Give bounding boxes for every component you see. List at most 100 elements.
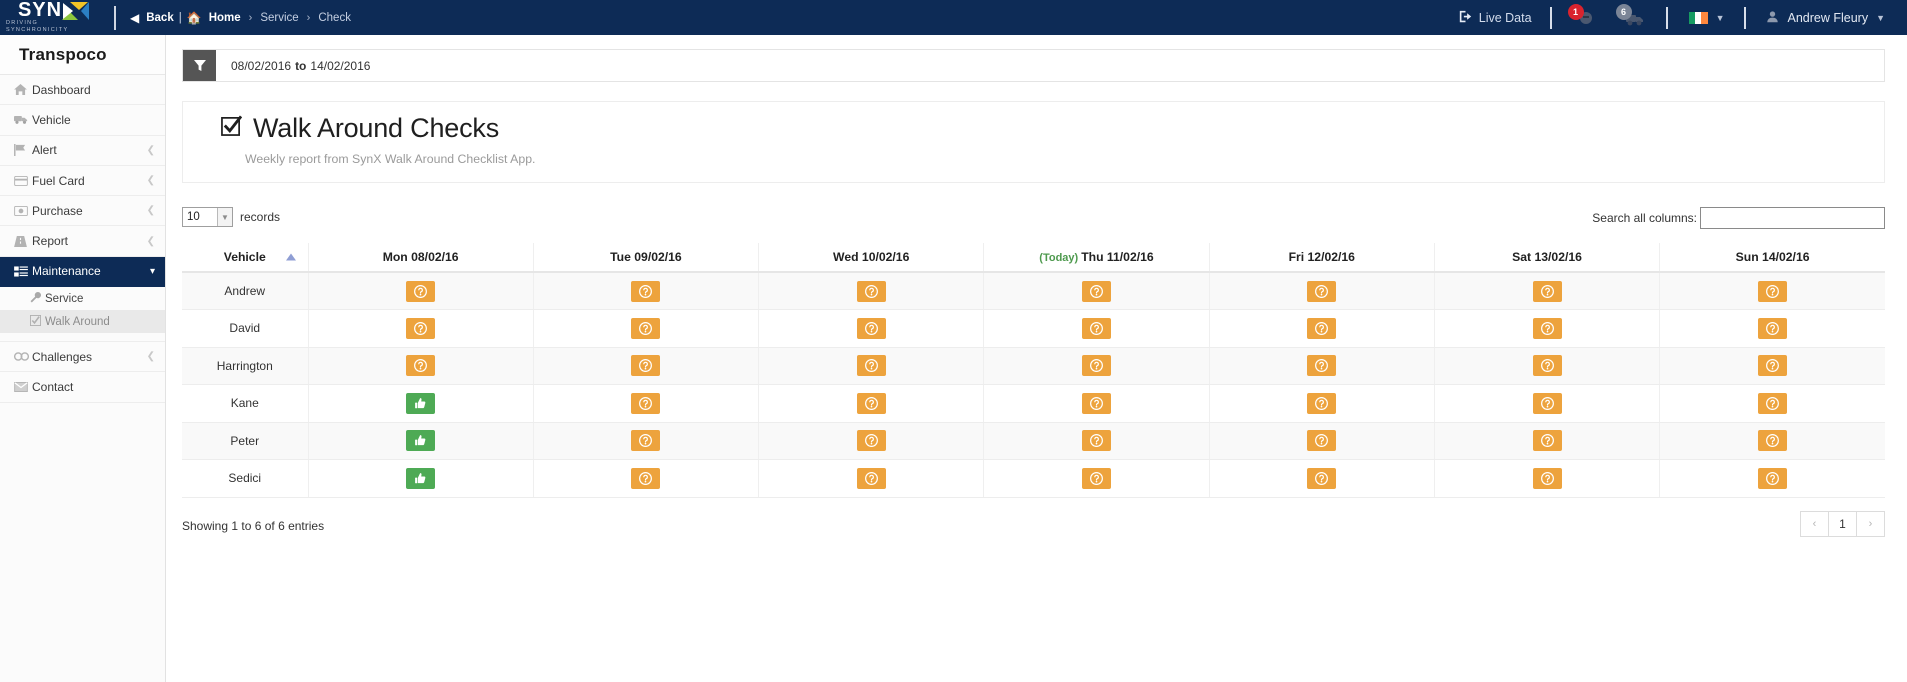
sidebar-item-purchase[interactable]: Purchase ❮	[0, 196, 165, 227]
home-icon[interactable]: 🏠	[187, 11, 202, 25]
vehicle-notification[interactable]: 6	[1615, 3, 1646, 29]
user-menu[interactable]: Andrew Fleury ▼	[1746, 10, 1907, 26]
status-badge-unknown[interactable]	[1307, 430, 1337, 452]
table-row[interactable]: Sedici	[182, 459, 1885, 498]
topbar-right-cluster: Live Data 1 6 ▼ Andrew Fleury ▼	[1441, 0, 1907, 35]
sidebar-label-vehicle: Vehicle	[32, 112, 71, 127]
column-header-day-5[interactable]: Fri 12/02/16	[1209, 243, 1435, 273]
cell-check-status	[1209, 459, 1435, 498]
table-row[interactable]: Andrew	[182, 272, 1885, 310]
status-badge-unknown[interactable]	[1081, 430, 1111, 452]
status-badge-unknown[interactable]	[1307, 355, 1337, 377]
status-badge-unknown[interactable]	[1307, 280, 1337, 302]
sidebar-subitem-service[interactable]: Service	[0, 287, 165, 311]
breadcrumb-service[interactable]: Service	[260, 12, 298, 24]
sidebar-spacer	[0, 333, 165, 343]
status-badge-unknown[interactable]	[856, 355, 886, 377]
status-badge-unknown[interactable]	[1532, 392, 1562, 414]
status-badge-unknown[interactable]	[1758, 317, 1788, 339]
column-header-day-1[interactable]: Mon 08/02/16	[308, 243, 534, 273]
status-badge-unknown[interactable]	[1081, 467, 1111, 489]
search-input[interactable]	[1700, 207, 1885, 229]
language-selector[interactable]: ▼	[1668, 10, 1745, 25]
cell-check-status	[533, 309, 760, 348]
pagination-page-1[interactable]: 1	[1828, 510, 1857, 537]
status-badge-unknown[interactable]	[1758, 392, 1788, 414]
date-joiner: to	[295, 58, 307, 73]
status-badge-unknown[interactable]	[856, 392, 886, 414]
status-badge-unknown[interactable]	[1081, 280, 1111, 302]
status-badge-unknown[interactable]	[1532, 280, 1562, 302]
alert-notification[interactable]: 1	[1567, 3, 1598, 29]
user-name: Andrew Fleury	[1787, 10, 1869, 25]
live-data-button[interactable]: Live Data	[1441, 10, 1550, 26]
showing-entries-info: Showing 1 to 6 of 6 entries	[182, 518, 325, 533]
column-header-day-3[interactable]: Wed 10/02/16	[758, 243, 985, 273]
status-badge-unknown[interactable]	[406, 317, 436, 339]
back-arrow-icon[interactable]: ◀	[130, 11, 139, 25]
column-header-day-2[interactable]: Tue 09/02/16	[533, 243, 760, 273]
status-badge-unknown[interactable]	[631, 430, 661, 452]
sidebar-item-maintenance[interactable]: Maintenance ▾	[0, 256, 165, 288]
status-badge-unknown[interactable]	[856, 430, 886, 452]
column-header-day-4[interactable]: (Today) Thu 11/02/16	[983, 243, 1210, 273]
column-header-day-6[interactable]: Sat 13/02/16	[1434, 243, 1661, 273]
table-row[interactable]: Harrington	[182, 347, 1885, 385]
status-badge-unknown[interactable]	[406, 355, 436, 377]
status-badge-unknown[interactable]	[1532, 317, 1562, 339]
table-row[interactable]: Peter	[182, 422, 1885, 460]
sidebar-item-challenges[interactable]: Challenges ❮	[0, 342, 165, 373]
sidebar-item-report[interactable]: Report ❮	[0, 226, 165, 257]
status-badge-unknown[interactable]	[1758, 430, 1788, 452]
status-badge-unknown[interactable]	[406, 280, 436, 302]
funnel-icon[interactable]	[183, 50, 216, 81]
column-header-day-7[interactable]: Sun 14/02/16	[1659, 243, 1885, 273]
status-badge-unknown[interactable]	[1081, 317, 1111, 339]
sidebar-item-dashboard[interactable]: Dashboard	[0, 75, 165, 106]
sidebar-item-alert[interactable]: Alert ❮	[0, 135, 165, 166]
cell-check-status	[758, 272, 985, 310]
status-badge-passed[interactable]	[406, 430, 436, 452]
status-badge-unknown[interactable]	[631, 317, 661, 339]
sidebar-item-fuel-card[interactable]: Fuel Card ❮	[0, 165, 165, 197]
status-badge-unknown[interactable]	[1532, 430, 1562, 452]
status-badge-unknown[interactable]	[1307, 392, 1337, 414]
sidebar-item-vehicle[interactable]: Vehicle	[0, 105, 165, 136]
status-badge-unknown[interactable]	[1081, 392, 1111, 414]
status-badge-unknown[interactable]	[1081, 355, 1111, 377]
status-badge-unknown[interactable]	[1532, 355, 1562, 377]
status-badge-unknown[interactable]	[1758, 467, 1788, 489]
page-length-select[interactable]: 10 ▼	[182, 207, 233, 227]
status-badge-unknown[interactable]	[856, 317, 886, 339]
live-data-label: Live Data	[1478, 10, 1532, 25]
status-badge-passed[interactable]	[406, 467, 436, 489]
breadcrumb-back[interactable]: Back	[146, 12, 174, 24]
pagination-next[interactable]: ›	[1856, 510, 1885, 537]
status-badge-unknown[interactable]	[631, 280, 661, 302]
date-range-text[interactable]: 08/02/2016 to 14/02/2016	[216, 50, 370, 81]
column-header-vehicle[interactable]: Vehicle	[182, 243, 309, 273]
synx-logo[interactable]: SYN DRIVING SYNCHRONICITY	[0, 0, 100, 35]
status-badge-unknown[interactable]	[1532, 467, 1562, 489]
status-badge-unknown[interactable]	[856, 467, 886, 489]
status-badge-unknown[interactable]	[631, 392, 661, 414]
status-badge-unknown[interactable]	[631, 467, 661, 489]
sidebar-item-contact[interactable]: Contact	[0, 372, 165, 403]
status-badge-passed[interactable]	[406, 392, 436, 414]
page-length-value: 10	[187, 211, 200, 223]
status-badge-unknown[interactable]	[856, 280, 886, 302]
sidebar-label-purchase: Purchase	[32, 203, 83, 218]
status-badge-unknown[interactable]	[1758, 280, 1788, 302]
table-row[interactable]: David	[182, 309, 1885, 348]
status-badge-unknown[interactable]	[1307, 467, 1337, 489]
body-container: Transpoco Dashboard Vehicle Alert ❮ Fuel…	[0, 35, 1907, 682]
breadcrumb-home[interactable]: Home	[209, 12, 241, 24]
status-badge-unknown[interactable]	[1758, 355, 1788, 377]
pagination-previous[interactable]: ‹	[1800, 510, 1829, 537]
table-row[interactable]: Kane	[182, 384, 1885, 423]
status-badge-unknown[interactable]	[1307, 317, 1337, 339]
chevron-down-icon: ▼	[217, 208, 232, 226]
sidebar-subitem-walk-around[interactable]: Walk Around	[0, 310, 165, 334]
breadcrumb-check: Check	[318, 11, 351, 24]
status-badge-unknown[interactable]	[631, 355, 661, 377]
